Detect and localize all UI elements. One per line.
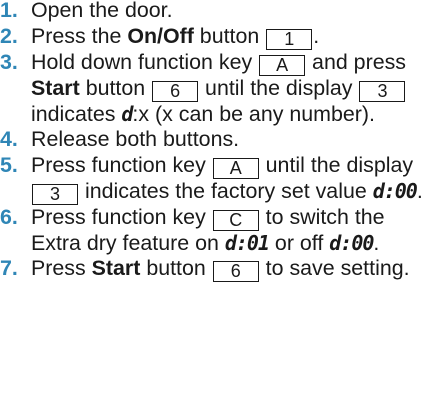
step-text: . — [373, 230, 380, 255]
step-text: until the display — [259, 152, 414, 177]
button-name-start: Start — [91, 256, 141, 281]
step-3: 3. Hold down function key A and press St… — [0, 50, 429, 128]
step-text: button — [79, 75, 152, 100]
step-text: to save setting. — [259, 256, 410, 281]
step-text: or off — [268, 230, 330, 255]
step-number: 7. — [0, 256, 18, 281]
key-reference-6: 6 — [212, 261, 259, 283]
step-number: 2. — [0, 23, 18, 48]
step-6: 6. Press function key C to switch the Ex… — [0, 205, 429, 257]
step-text: button — [193, 23, 266, 48]
step-text: Press the — [31, 23, 128, 48]
key-reference-6: 6 — [152, 80, 199, 102]
button-name-on-off: On/Off — [127, 23, 194, 48]
step-number: 6. — [0, 204, 18, 229]
step-4: 4. Release both buttons. — [0, 127, 429, 153]
step-text: . — [416, 178, 423, 203]
step-1: 1. Open the door. — [0, 0, 429, 24]
step-text: button — [140, 256, 212, 281]
key-reference-a: A — [212, 157, 259, 179]
display-readout-off: d:00 — [329, 230, 374, 255]
display-reference-3: 3 — [359, 80, 406, 102]
button-name-start: Start — [31, 75, 80, 100]
step-7: 7. Press Start button 6 to save setting. — [0, 256, 429, 283]
display-readout-on: d:01 — [224, 230, 270, 255]
step-text: indicates — [31, 101, 122, 126]
step-text: :x (x can be any number). — [132, 101, 375, 126]
step-text: and press — [306, 49, 406, 74]
step-text: Open the door. — [31, 0, 173, 22]
step-text: indicates the factory set value — [79, 178, 373, 203]
step-text: Press — [31, 256, 92, 281]
step-text: Release both buttons. — [31, 127, 240, 152]
step-text: . — [313, 23, 320, 48]
step-text: Press function key — [31, 152, 212, 177]
step-text: until the display — [199, 75, 359, 100]
step-text: Hold down function key — [31, 49, 259, 74]
instruction-list: 1. Open the door. 2. Press the On/Off bu… — [0, 0, 429, 283]
step-number: 1. — [0, 0, 18, 22]
display-reference-3: 3 — [32, 183, 78, 205]
step-text: Press function key — [31, 204, 212, 229]
step-5: 5. Press function key A until the displa… — [0, 153, 429, 205]
display-readout: d — [121, 101, 133, 126]
key-reference-a: A — [259, 54, 306, 76]
step-number: 4. — [0, 127, 18, 152]
step-number: 5. — [0, 152, 18, 177]
step-2: 2. Press the On/Off button 1. — [0, 24, 429, 50]
key-reference-1: 1 — [266, 28, 313, 50]
step-number: 3. — [0, 49, 18, 74]
key-reference-c: C — [212, 209, 259, 231]
display-readout: d:00 — [372, 178, 418, 203]
